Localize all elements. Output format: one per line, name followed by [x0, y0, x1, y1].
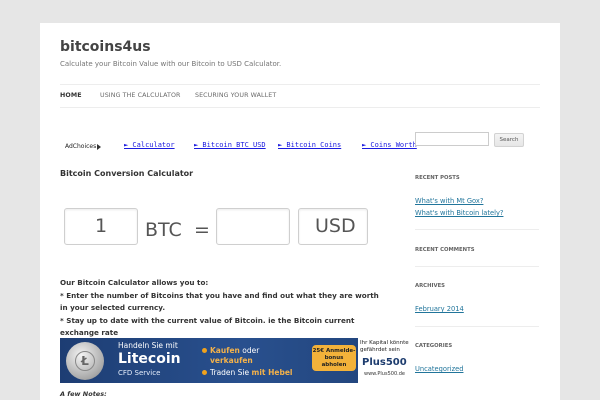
archives-title: ARCHIVES — [415, 283, 446, 289]
main-nav: HOME USING THE CALCULATOR SECURING YOUR … — [60, 84, 540, 108]
search-button[interactable]: Search — [494, 133, 524, 147]
banner-line-1: Handeln Sie mit — [118, 341, 178, 350]
recent-post-link[interactable]: What's with Bitcoin lately? — [415, 209, 503, 217]
sidebar-divider — [415, 229, 539, 230]
intro-line-2: * Enter the number of Bitcoins that you … — [60, 290, 379, 313]
banner-bullet-2: Traden Sie mit Hebel — [202, 368, 293, 377]
archive-link[interactable]: February 2014 — [415, 305, 464, 313]
equals-sign: = — [194, 219, 210, 241]
category-link[interactable]: Uncategorized — [415, 365, 463, 373]
usd-amount-output[interactable] — [216, 208, 290, 245]
recent-posts-title: RECENT POSTS — [415, 175, 460, 181]
page-container: bitcoins4us Calculate your Bitcoin Value… — [40, 23, 560, 400]
bonus-badge[interactable]: 25€ Anmelde-bonus abholen — [312, 345, 356, 371]
banner-subtitle: CFD Service — [118, 369, 161, 377]
ad-link-bitcoin-coins[interactable]: ► Bitcoin Coins — [278, 141, 341, 149]
ad-link-coins-worth[interactable]: ► Coins Worth — [362, 141, 417, 149]
banner-bullet-1b: verkaufen — [210, 356, 253, 365]
intro-text: Our Bitcoin Calculator allows you to: * … — [60, 277, 380, 340]
sidebar-divider — [415, 326, 539, 327]
banner-buy: Kaufen — [210, 346, 240, 355]
intro-line-1: Our Bitcoin Calculator allows you to: — [60, 278, 209, 287]
notes-heading: A few Notes: — [60, 390, 107, 398]
adchoices-text: AdChoices — [65, 143, 97, 150]
plus500-logo: Plus500 — [362, 357, 407, 368]
banner-bullet-1: Kaufen oder — [202, 346, 259, 355]
banner-brand: Litecoin — [118, 351, 181, 367]
btc-amount-value: 1 — [95, 215, 108, 237]
banner-or: oder — [239, 346, 260, 355]
banner-sell: verkaufen — [210, 356, 253, 365]
recent-post-link[interactable]: What's with Mt Gox? — [415, 197, 483, 205]
sidebar-divider — [415, 266, 539, 267]
banner-trade: Traden Sie — [210, 368, 252, 377]
banner-leverage: mit Hebel — [251, 368, 293, 377]
bullet-dot-icon — [202, 348, 207, 353]
litecoin-ad-banner[interactable]: Ł Handeln Sie mit Litecoin CFD Service K… — [60, 338, 424, 383]
nav-item-securing-wallet[interactable]: SECURING YOUR WALLET — [195, 92, 276, 99]
btc-label: BTC — [145, 219, 182, 241]
ad-link-calculator[interactable]: ► Calculator — [124, 141, 175, 149]
intro-line-3: * Stay up to date with the current value… — [60, 315, 355, 338]
currency-select[interactable]: USD — [298, 208, 368, 245]
bullet-dot-icon — [202, 370, 207, 375]
btc-amount-input[interactable]: 1 — [64, 208, 138, 245]
adchoices-label[interactable]: AdChoices — [65, 143, 102, 150]
site-title[interactable]: bitcoins4us — [60, 39, 151, 55]
site-description: Calculate your Bitcoin Value with our Bi… — [60, 60, 282, 68]
ad-link-bitcoin-btc-usd[interactable]: ► Bitcoin BTC USD — [194, 141, 266, 149]
calculator-heading: Bitcoin Conversion Calculator — [60, 169, 194, 178]
currency-select-value: USD — [315, 215, 356, 237]
nav-item-home[interactable]: HOME — [60, 92, 82, 99]
categories-title: CATEGORIES — [415, 343, 453, 349]
recent-comments-title: RECENT COMMENTS — [415, 247, 475, 253]
plus500-url: www.Plus500.de — [364, 371, 405, 377]
litecoin-coin-icon: Ł — [66, 342, 104, 380]
adchoices-icon — [97, 143, 102, 150]
search-input[interactable] — [415, 132, 489, 146]
nav-item-using-calculator[interactable]: USING THE CALCULATOR — [100, 92, 180, 99]
